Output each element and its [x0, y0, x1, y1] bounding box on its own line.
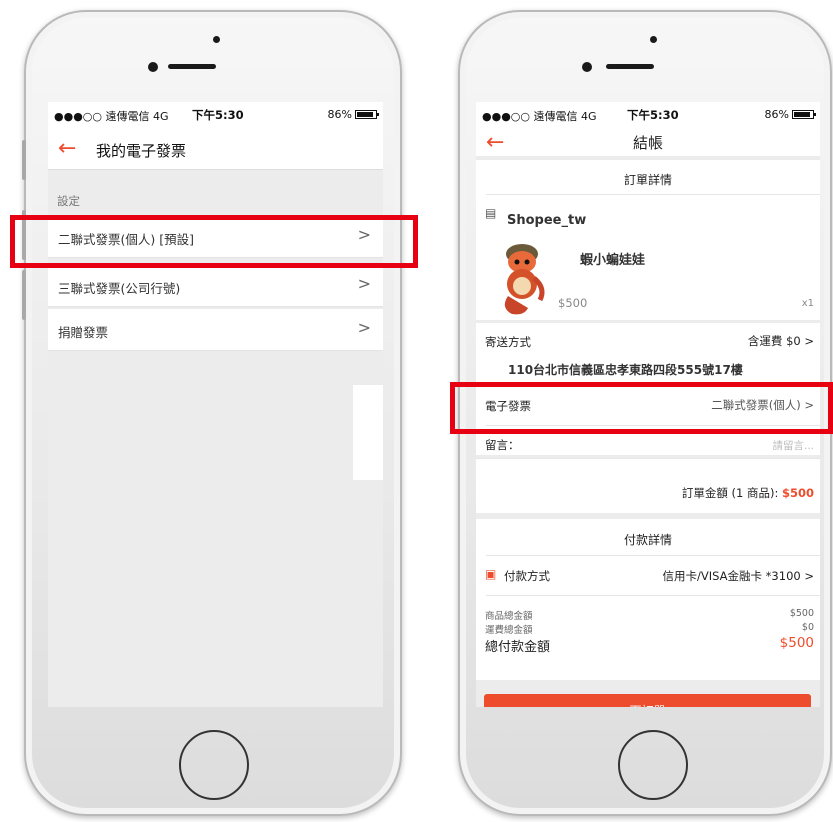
home-button[interactable] — [179, 730, 249, 800]
shop-name[interactable]: Shopee_tw — [507, 213, 586, 228]
highlight-box-e-invoice — [450, 382, 833, 434]
battery-icon — [792, 110, 816, 119]
shipping-fee-value: $0 — [786, 334, 801, 348]
product-name[interactable]: 蝦小蝙娃娃 — [580, 249, 645, 268]
divider — [486, 595, 820, 596]
proximity-sensor — [650, 36, 657, 43]
items-total-value: $500 — [789, 608, 814, 619]
shipping-total-label: 運費總金額 — [485, 625, 533, 636]
invoice-option-company[interactable]: 三聯式發票(公司行號) > — [48, 265, 383, 307]
payment-panel: 付款詳情 ▣ 付款方式 信用卡/VISA金融卡 *3100 > 商品總金額 $5… — [476, 519, 820, 680]
carrier-text: ●●●○○ 遠傳電信 4G — [482, 110, 597, 123]
items-total-label: 商品總金額 — [485, 611, 533, 622]
grand-total-label: 總付款金額 — [485, 640, 551, 655]
arrow-left-icon[interactable]: ← — [58, 136, 76, 161]
proximity-sensor — [213, 36, 220, 43]
grand-total-value: $500 — [779, 635, 814, 651]
battery-icon — [355, 110, 379, 119]
battery-indicator: 86% — [327, 108, 379, 121]
carrier-text: ●●●○○ 遠傳電信 4G — [54, 110, 169, 123]
section-label: 設定 — [57, 194, 80, 208]
payment-method-label: 付款方式 — [504, 569, 550, 583]
place-order-button[interactable]: 下訂單 — [484, 694, 811, 707]
page-title: 結帳 — [632, 134, 663, 152]
shipping-total-value: $0 — [801, 622, 814, 633]
front-camera — [582, 62, 592, 72]
shipping-address: 110台北市信義區忠孝東路四段555號17樓 — [508, 363, 743, 377]
shop-icon: ▤ — [485, 206, 497, 220]
payment-details-header: 付款詳情 — [623, 533, 672, 547]
order-details-header: 訂單詳情 — [623, 173, 672, 187]
chevron-right-icon: > — [804, 334, 814, 348]
chevron-right-icon: > — [357, 274, 371, 293]
battery-indicator: 86% — [764, 108, 816, 121]
order-total: 訂單金額 (1 商品): $500 — [682, 485, 814, 501]
page-title: 我的電子發票 — [96, 142, 187, 160]
product-quantity: x1 — [801, 298, 814, 309]
side-button — [22, 270, 26, 320]
payment-method-value[interactable]: 信用卡/VISA金融卡 *3100 > — [663, 568, 814, 584]
chevron-right-icon: > — [357, 318, 371, 337]
speaker-grille — [168, 64, 216, 69]
product-price: $500 — [558, 296, 588, 310]
clock: 下午5:30 — [627, 108, 679, 122]
shipping-label: 寄送方式 — [485, 335, 531, 349]
row-label: 三聯式發票(公司行號) — [58, 281, 181, 296]
mascot-image — [504, 244, 545, 315]
message-label: 留言： — [485, 438, 520, 452]
battery-percent: 86% — [764, 108, 789, 121]
front-camera — [148, 62, 158, 72]
payment-method-text: 信用卡/VISA金融卡 *3100 — [662, 569, 801, 583]
order-total-value: $500 — [781, 486, 814, 500]
speaker-grille — [606, 64, 654, 69]
divider — [486, 555, 820, 556]
shipping-fee[interactable]: 含運費 $0 > — [748, 333, 814, 349]
shipping-fee-label: 含運費 — [747, 334, 783, 348]
battery-percent: 86% — [327, 108, 352, 121]
white-block — [353, 385, 383, 480]
status-bar: ●●●○○ 遠傳電信 4G 下午5:30 86% — [48, 102, 383, 126]
left-screen: ●●●○○ 遠傳電信 4G 下午5:30 86% ← 我的電子發票 設定 二聯式… — [48, 102, 383, 707]
order-total-panel: 訂單金額 (1 商品): $500 — [476, 458, 820, 513]
home-button[interactable] — [618, 730, 688, 800]
status-bar: ●●●○○ 遠傳電信 4G 下午5:30 86% — [476, 102, 820, 126]
checkout-nav: ← 結帳 — [476, 126, 820, 156]
message-input[interactable]: 請留言... — [772, 438, 814, 453]
side-button — [22, 140, 26, 180]
divider — [486, 194, 820, 195]
nav-bar: ← 我的電子發票 — [48, 126, 383, 170]
clock: 下午5:30 — [192, 108, 244, 122]
invoice-option-donate[interactable]: 捐贈發票 > — [48, 309, 383, 351]
order-details-panel: 訂單詳情 ▤ Shopee_tw 蝦小蝙娃娃 $500 x1 — [476, 160, 820, 320]
credit-card-icon: ▣ — [485, 567, 497, 581]
order-total-label: 訂單金額 (1 商品): — [681, 486, 779, 500]
row-label: 捐贈發票 — [58, 325, 109, 340]
chevron-right-icon: > — [804, 569, 814, 583]
highlight-box-invoice-option — [10, 215, 418, 268]
